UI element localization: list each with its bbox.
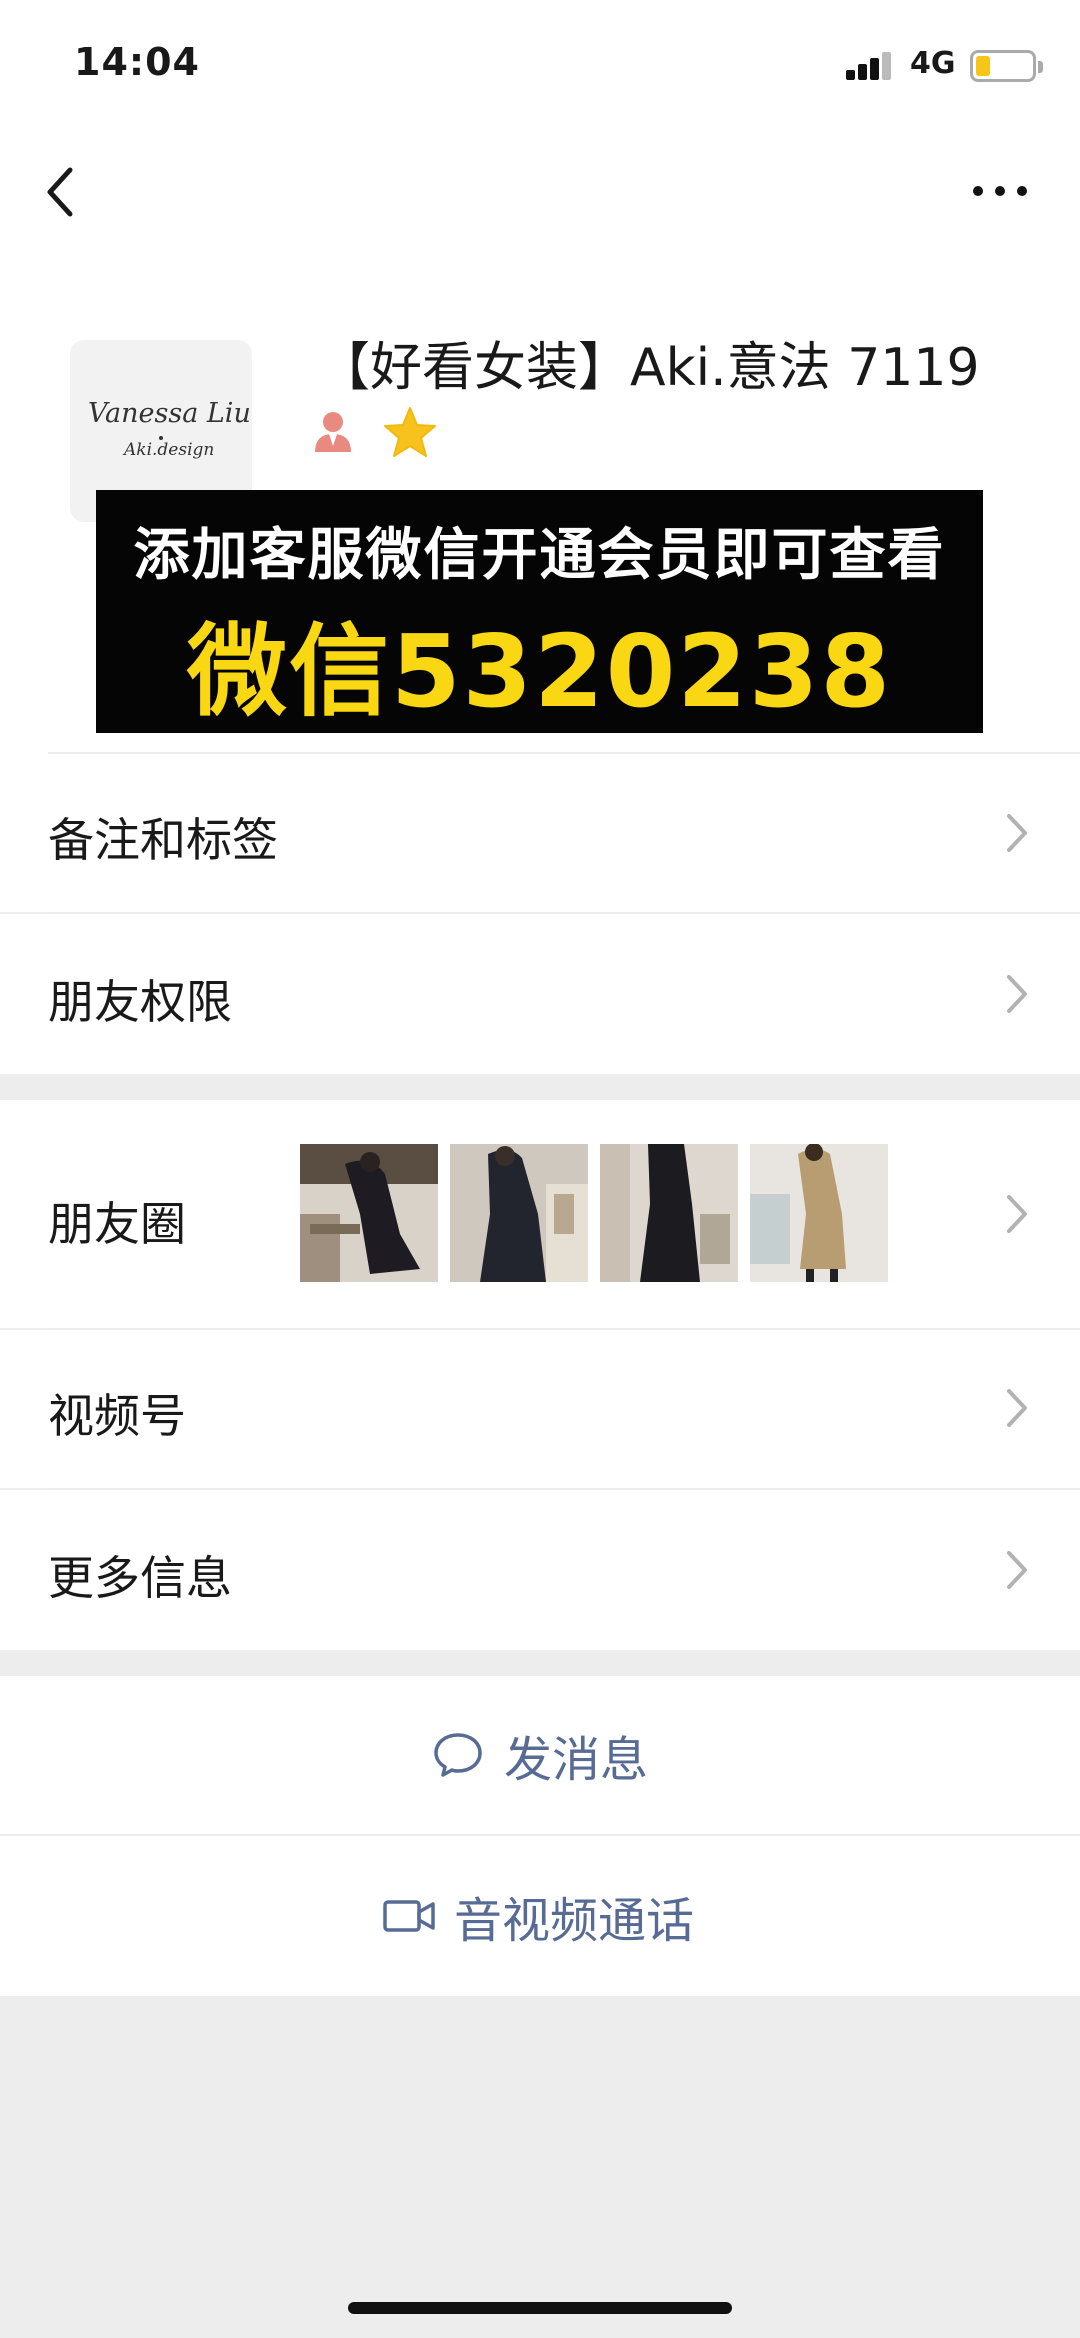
send-message-label: 发消息 bbox=[504, 1732, 649, 1788]
chevron-right-icon bbox=[1007, 1195, 1027, 1233]
friend-permissions-label: 朋友权限 bbox=[48, 975, 232, 1029]
photo-thumbnail-icon bbox=[600, 1144, 738, 1282]
home-indicator[interactable] bbox=[348, 2302, 732, 2314]
status-time: 14:04 bbox=[74, 40, 200, 84]
more-info-row[interactable]: 更多信息 bbox=[0, 1490, 1080, 1650]
signal-icon bbox=[846, 50, 896, 80]
remarks-and-tags-row[interactable]: 备注和标签 bbox=[0, 754, 1080, 912]
friend-permissions-row[interactable]: 朋友权限 bbox=[0, 914, 1080, 1074]
status-bar: 14:04 4G bbox=[0, 0, 1080, 130]
channels-label: 视频号 bbox=[48, 1389, 186, 1443]
video-camera-icon bbox=[383, 1900, 435, 1932]
chevron-right-icon bbox=[1007, 975, 1027, 1013]
more-info-label: 更多信息 bbox=[48, 1551, 232, 1605]
voice-video-call-label: 音视频通话 bbox=[454, 1893, 695, 1949]
back-button[interactable] bbox=[40, 162, 90, 222]
person-badge-icon bbox=[312, 408, 354, 454]
promo-line-1: 添加客服微信开通会员即可查看 bbox=[133, 523, 946, 588]
moment-thumbnail[interactable] bbox=[750, 1144, 888, 1282]
photo-thumbnail-icon bbox=[300, 1144, 438, 1282]
voice-video-call-button[interactable]: 音视频通话 bbox=[0, 1836, 1080, 1996]
moment-thumbnail[interactable] bbox=[600, 1144, 738, 1282]
more-dots-icon bbox=[973, 186, 983, 196]
battery-icon bbox=[970, 50, 1043, 82]
chevron-right-icon bbox=[1007, 1551, 1027, 1589]
more-options-button[interactable] bbox=[970, 176, 1030, 206]
moment-thumbnail[interactable] bbox=[450, 1144, 588, 1282]
avatar-text-secondary: Aki.design bbox=[124, 440, 215, 460]
channels-row[interactable]: 视频号 bbox=[0, 1330, 1080, 1488]
profile-card: 14:04 4G Vanessa Liu Aki.design 【好看女装】Ak… bbox=[0, 0, 1080, 754]
network-label: 4G bbox=[910, 46, 956, 81]
promo-banner: 添加客服微信开通会员即可查看 微信5320238 bbox=[96, 490, 983, 733]
photo-thumbnail-icon bbox=[750, 1144, 888, 1282]
contact-name: 【好看女装】Aki.意法 7119 bbox=[318, 338, 980, 398]
chevron-right-icon bbox=[1007, 814, 1027, 852]
avatar-text-primary: Vanessa Liu bbox=[88, 398, 251, 429]
send-message-button[interactable]: 发消息 bbox=[0, 1676, 1080, 1834]
moments-label: 朋友圈 bbox=[48, 1197, 186, 1251]
remarks-and-tags-label: 备注和标签 bbox=[48, 813, 278, 867]
chevron-right-icon bbox=[1007, 1389, 1027, 1427]
star-icon bbox=[382, 406, 438, 460]
promo-line-2: 微信5320238 bbox=[186, 613, 893, 730]
photo-thumbnail-icon bbox=[450, 1144, 588, 1282]
chat-bubble-icon bbox=[434, 1733, 482, 1777]
chevron-left-icon bbox=[47, 167, 73, 217]
moment-thumbnail[interactable] bbox=[300, 1144, 438, 1282]
